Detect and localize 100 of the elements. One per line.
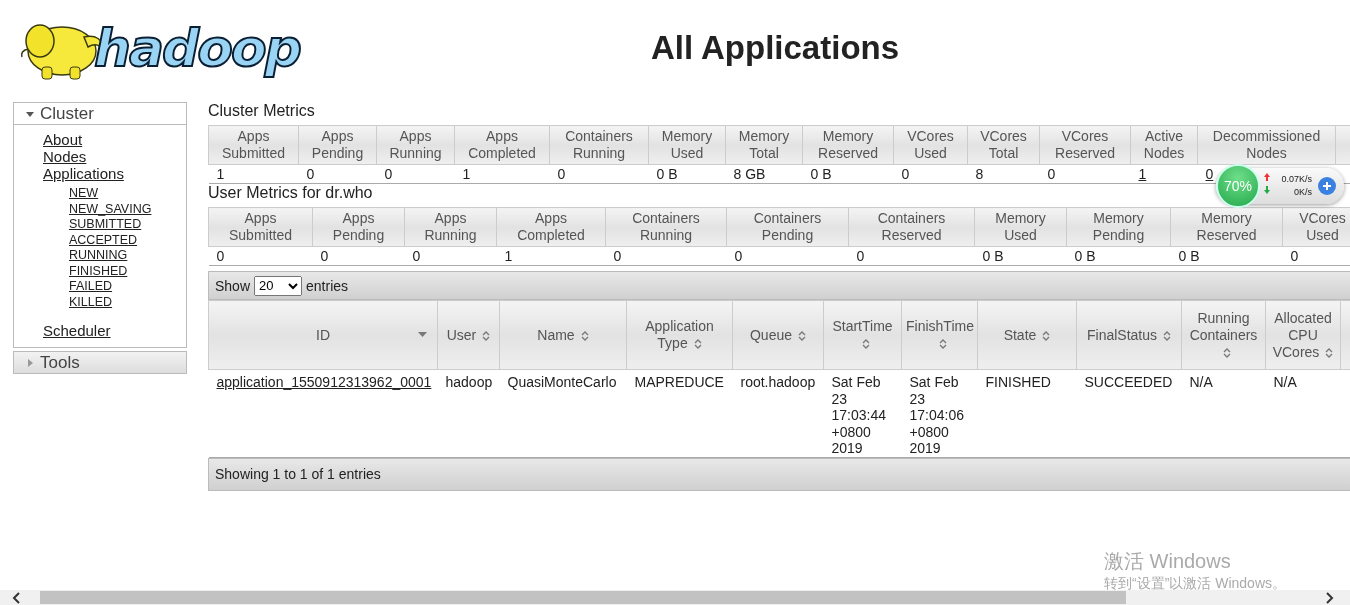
column-header: Apps Pending [298,125,377,165]
sidebar-section-header[interactable]: Cluster [13,102,187,125]
activation-title: 激活 Windows [1104,549,1231,574]
table-cell: 0 [893,164,968,184]
application-id-link[interactable]: application_1550912313962_0001 [216,374,432,390]
table-cell: hadoop [437,369,500,457]
sort-icon[interactable] [798,329,806,342]
column-header[interactable]: ID [208,300,438,370]
column-header: Apps Running [376,125,455,165]
upload-rate: 0.07K/s [1281,173,1312,186]
entries-info: Showing 1 to 1 of 1 entries [215,466,381,482]
cell-link[interactable]: 1 [1138,166,1147,182]
sort-icon[interactable] [1042,329,1051,342]
sort-icon[interactable] [861,338,870,351]
column-header: Active Nodes [1130,125,1198,165]
column-header[interactable]: User [437,300,500,370]
table-cell[interactable]: application_1550912313962_0001 [208,369,438,457]
sidebar-link[interactable]: About [43,131,83,148]
sort-icon[interactable] [1222,346,1231,359]
sort-icon[interactable] [1163,329,1171,342]
section-title: Cluster Metrics [208,102,315,120]
sidebar-sublink[interactable]: NEW [69,186,99,202]
hadoop-logo-text: hadoop [94,18,300,78]
sidebar-section-header[interactable]: Tools [13,351,187,374]
cell-link[interactable]: 0 [1205,166,1214,182]
table-cell: 0 B [802,164,894,184]
table-cell: 0 [298,164,377,184]
table-cell: 0 [312,246,405,266]
column-header: VCores Used [1282,207,1350,247]
column-header: Apps Running [404,207,497,247]
table-cell: 0 [549,164,649,184]
column-header[interactable]: Name [499,300,627,370]
sort-icon[interactable] [580,329,589,342]
column-header: Memory Total [725,125,803,165]
column-header: Containers Running [549,125,649,165]
section-title: User Metrics for dr.who [208,184,373,202]
column-header[interactable]: StartTime [823,300,902,370]
sidebar-link[interactable]: Nodes [43,148,87,165]
column-header: Memory Used [648,125,726,165]
column-header: Containers Reserved [848,207,975,247]
column-header: VCores Used [893,125,968,165]
scroll-right-icon[interactable] [1324,591,1334,604]
table-cell: QuasiMonteCarlo [499,369,627,457]
table-cell: 8 GB [725,164,803,184]
table-cell: 1 [454,164,550,184]
page-size-select[interactable]: 20 [254,275,303,296]
table-cell: 1 [208,164,299,184]
table-cell: N/A [1265,369,1341,457]
sidebar-sublink[interactable]: FINISHED [69,263,128,279]
column-header: VCores Total [967,125,1040,165]
table-cell: 0 B [974,246,1067,266]
column-header: Memory Reserved [802,125,894,165]
table-cell: 0 [605,246,727,266]
column-header[interactable]: Running Containers [1181,300,1266,370]
column-header[interactable]: State [977,300,1077,370]
column-header[interactable]: Allocated CPU VCores [1265,300,1341,370]
sort-icon[interactable] [482,329,491,342]
sort-icon[interactable] [1325,346,1334,359]
table-cell: Sat Feb 23 17:03:44 +0800 2019 [823,369,902,457]
column-header: Decommissioned Nodes [1197,125,1336,165]
sort-icon[interactable] [693,338,702,351]
scroll-left-icon[interactable] [12,591,22,604]
sidebar-sublink[interactable]: KILLED [69,294,113,310]
download-rate: 0K/s [1294,186,1312,199]
column-header[interactable]: FinalStatus [1076,300,1182,370]
usage-gauge: 70% [1216,164,1260,208]
table-cell: 0 B [1066,246,1171,266]
sort-icon[interactable] [938,338,947,351]
table-cell[interactable]: 1 [1130,164,1198,184]
sidebar-sublink[interactable]: FAILED [69,279,113,295]
table-cell: 8 [967,164,1040,184]
column-header: Memory Pending [1066,207,1171,247]
sidebar-link[interactable]: Scheduler [43,322,111,339]
column-header: Apps Submitted [208,207,313,247]
sort-down-icon[interactable] [418,332,427,338]
table-cell: 0 B [1170,246,1283,266]
column-header: Apps Completed [496,207,606,247]
column-header: Apps Submitted [208,125,299,165]
sidebar-sublink[interactable]: SUBMITTED [69,217,142,233]
entries-label: entries [306,277,349,294]
table-cell: SUCCEEDED [1076,369,1182,457]
column-header[interactable]: Application Type [626,300,733,370]
column-header[interactable]: Queue [732,300,824,370]
table-cell: 0 [376,164,455,184]
column-header: VCores Reserved [1039,125,1131,165]
sidebar-sublink[interactable]: ACCEPTED [69,232,138,248]
sidebar-sublink[interactable]: RUNNING [69,248,128,264]
table-cell: 0 B [648,164,726,184]
table-cell: 0 [404,246,497,266]
column-header[interactable]: FinishTime [901,300,978,370]
sidebar-link[interactable]: Applications [43,165,124,182]
arrow-down-icon [1264,186,1270,194]
show-label: Show [215,277,251,294]
page-title: All Applications [649,29,901,67]
table-cell: FINISHED [977,369,1077,457]
scrollbar-thumb[interactable] [40,591,1126,604]
table-cell: 0 [1039,164,1131,184]
sidebar-sublink[interactable]: NEW_SAVING [69,201,152,217]
table-cell: root.hadoop [732,369,824,457]
table-cell: N/A [1181,369,1266,457]
